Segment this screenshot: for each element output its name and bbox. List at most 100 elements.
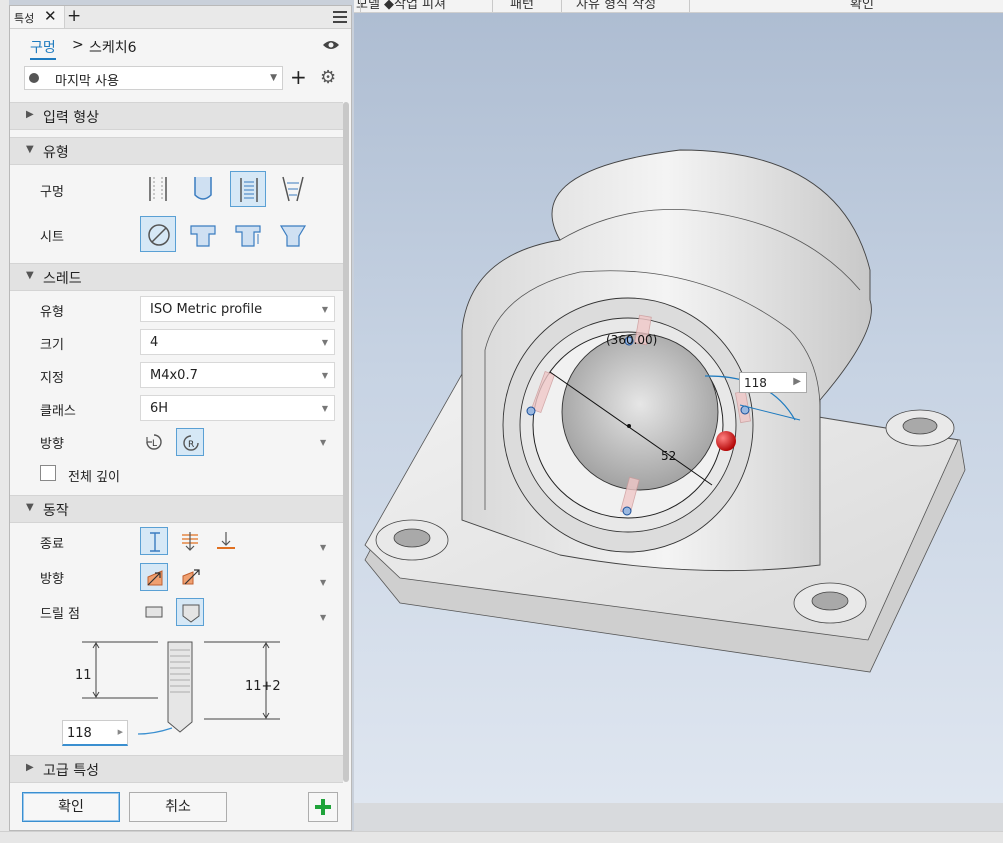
full-depth-checkbox[interactable] bbox=[40, 465, 56, 481]
panel-scrollbar[interactable] bbox=[343, 102, 349, 782]
tab-properties[interactable]: 특성 bbox=[10, 6, 65, 28]
breadcrumb-sketch[interactable]: 스케치6 bbox=[89, 37, 137, 57]
chevron-down-icon[interactable]: ▼ bbox=[320, 578, 326, 587]
drill-angle-input[interactable]: 118 ▶ bbox=[62, 720, 128, 746]
breadcrumb-separator: > bbox=[72, 37, 84, 53]
svg-text:R: R bbox=[188, 440, 194, 450]
thread-type-label: 유형 bbox=[40, 305, 64, 320]
size-dropdown[interactable]: 4 ▼ bbox=[140, 329, 335, 355]
chevron-down-icon: ▼ bbox=[321, 305, 328, 314]
section-thread-title: 스레드 bbox=[43, 271, 82, 287]
expand-icon: ▶ bbox=[26, 109, 34, 120]
section-behavior-title: 동작 bbox=[43, 503, 69, 519]
collapse-icon: ▼ bbox=[26, 502, 34, 513]
section-type[interactable]: ▼ 유형 bbox=[10, 137, 343, 165]
expand-icon: ▶ bbox=[26, 762, 34, 773]
section-input-geometry[interactable]: ▶ 입력 형상 bbox=[10, 102, 343, 130]
full-depth-label: 전체 깊이 bbox=[68, 470, 120, 485]
gear-icon[interactable]: ⚙ bbox=[320, 67, 336, 88]
collapse-icon: ▼ bbox=[26, 270, 34, 281]
history-value: 마지막 사용 bbox=[55, 74, 119, 89]
menu-icon[interactable] bbox=[333, 11, 347, 23]
ribbon-ok[interactable]: 확인 bbox=[850, 0, 874, 12]
thread-type-value: ISO Metric profile bbox=[150, 302, 263, 317]
to-face-button[interactable] bbox=[212, 527, 240, 555]
properties-panel: 특성 ✕ + 구멍 > 스케치6 마지막 사용 ▼ + ⚙ ▶ 입력 형상 ▼ … bbox=[9, 5, 352, 831]
section-advanced-title: 고급 특성 bbox=[43, 763, 99, 779]
eye-icon[interactable] bbox=[323, 40, 339, 50]
class-dropdown[interactable]: 6H ▼ bbox=[140, 395, 335, 421]
angle-dimension[interactable]: (360.00) bbox=[606, 333, 657, 347]
chevron-down-icon: ▼ bbox=[321, 371, 328, 380]
section-input-title: 입력 형상 bbox=[43, 110, 99, 126]
viewport-angle-input[interactable]: 118 ▶ bbox=[739, 372, 807, 393]
svg-text:L: L bbox=[152, 439, 157, 449]
depth-right-value[interactable]: 11+2 bbox=[245, 679, 281, 694]
termination-label: 종료 bbox=[40, 537, 64, 552]
designation-value: M4x0.7 bbox=[150, 368, 198, 383]
distance-termination-button[interactable] bbox=[140, 527, 168, 555]
size-label: 크기 bbox=[40, 338, 64, 353]
apply-add-button[interactable] bbox=[308, 792, 338, 822]
viewport-angle-value: 118 bbox=[744, 376, 767, 390]
section-behavior[interactable]: ▼ 동작 bbox=[10, 495, 343, 523]
hole-label: 구멍 bbox=[40, 185, 64, 200]
ok-button[interactable]: 확인 bbox=[22, 792, 120, 822]
depth-left-value[interactable]: 11 bbox=[75, 668, 92, 683]
panel-dock-strip bbox=[0, 0, 9, 831]
countersink-button[interactable] bbox=[275, 216, 311, 252]
drill-angle-value: 118 bbox=[67, 726, 92, 741]
class-value: 6H bbox=[150, 401, 169, 416]
simple-hole-button[interactable] bbox=[140, 171, 176, 207]
breadcrumb-feature[interactable]: 구멍 bbox=[30, 37, 56, 60]
thread-direction-label: 방향 bbox=[40, 437, 64, 452]
collapse-icon: ▼ bbox=[26, 144, 34, 155]
close-icon[interactable]: ✕ bbox=[44, 7, 57, 25]
through-all-button[interactable] bbox=[176, 527, 204, 555]
counterbore-button[interactable] bbox=[185, 216, 221, 252]
pillow-block-model bbox=[364, 149, 966, 673]
ribbon-work-features[interactable]: 작업 피쳐 bbox=[394, 0, 446, 12]
add-preset-button[interactable]: + bbox=[290, 66, 307, 88]
tab-properties-label: 특성 bbox=[14, 12, 35, 25]
behavior-direction-label: 방향 bbox=[40, 572, 64, 587]
designation-label: 지정 bbox=[40, 371, 64, 386]
chevron-down-icon[interactable]: ▼ bbox=[320, 543, 326, 552]
play-icon[interactable]: ▶ bbox=[793, 376, 801, 387]
plus-icon[interactable]: + bbox=[67, 6, 81, 26]
chevron-down-icon[interactable]: ▼ bbox=[320, 613, 326, 622]
play-icon[interactable]: ▶ bbox=[118, 728, 123, 736]
angle-drill-point-button[interactable] bbox=[176, 598, 204, 626]
section-type-title: 유형 bbox=[43, 145, 69, 161]
size-value: 4 bbox=[150, 335, 159, 350]
status-bar bbox=[0, 831, 1003, 843]
drill-point-label: 드릴 점 bbox=[40, 607, 81, 622]
history-dropdown[interactable]: 마지막 사용 ▼ bbox=[24, 66, 283, 90]
ribbon-freeform[interactable]: 자유 형식 작성 bbox=[576, 0, 656, 12]
diameter-dimension[interactable]: 52 bbox=[661, 449, 676, 463]
spotface-button[interactable] bbox=[230, 216, 266, 252]
section-thread[interactable]: ▼ 스레드 bbox=[10, 263, 343, 291]
clock-icon bbox=[29, 73, 39, 83]
chevron-down-icon: ▼ bbox=[270, 73, 277, 83]
tapped-hole-button[interactable] bbox=[230, 171, 266, 207]
ribbon-model[interactable]: 모델 ◆ bbox=[356, 0, 394, 12]
class-label: 클래스 bbox=[40, 404, 76, 419]
left-hand-thread-button[interactable]: L bbox=[140, 428, 168, 456]
designation-dropdown[interactable]: M4x0.7 ▼ bbox=[140, 362, 335, 388]
right-hand-thread-button[interactable]: R bbox=[176, 428, 204, 456]
section-advanced[interactable]: ▶ 고급 특성 bbox=[10, 755, 343, 783]
direction-default-button[interactable] bbox=[140, 563, 168, 591]
flat-drill-point-button[interactable] bbox=[140, 598, 168, 626]
panel-tab-header: 특성 ✕ + bbox=[10, 6, 351, 29]
viewport-bottom-strip bbox=[354, 803, 1003, 831]
taper-tapped-hole-button[interactable] bbox=[275, 171, 311, 207]
direction-flip-button[interactable] bbox=[176, 563, 204, 591]
model-viewport[interactable]: (360.00) 52 118 ▶ bbox=[354, 13, 1003, 803]
chevron-down-icon[interactable]: ▼ bbox=[320, 438, 326, 447]
ribbon-pattern[interactable]: 패턴 bbox=[510, 0, 534, 12]
thread-type-dropdown[interactable]: ISO Metric profile ▼ bbox=[140, 296, 335, 322]
clearance-hole-button[interactable] bbox=[185, 171, 221, 207]
cancel-button[interactable]: 취소 bbox=[129, 792, 227, 822]
seat-none-button[interactable] bbox=[140, 216, 176, 252]
